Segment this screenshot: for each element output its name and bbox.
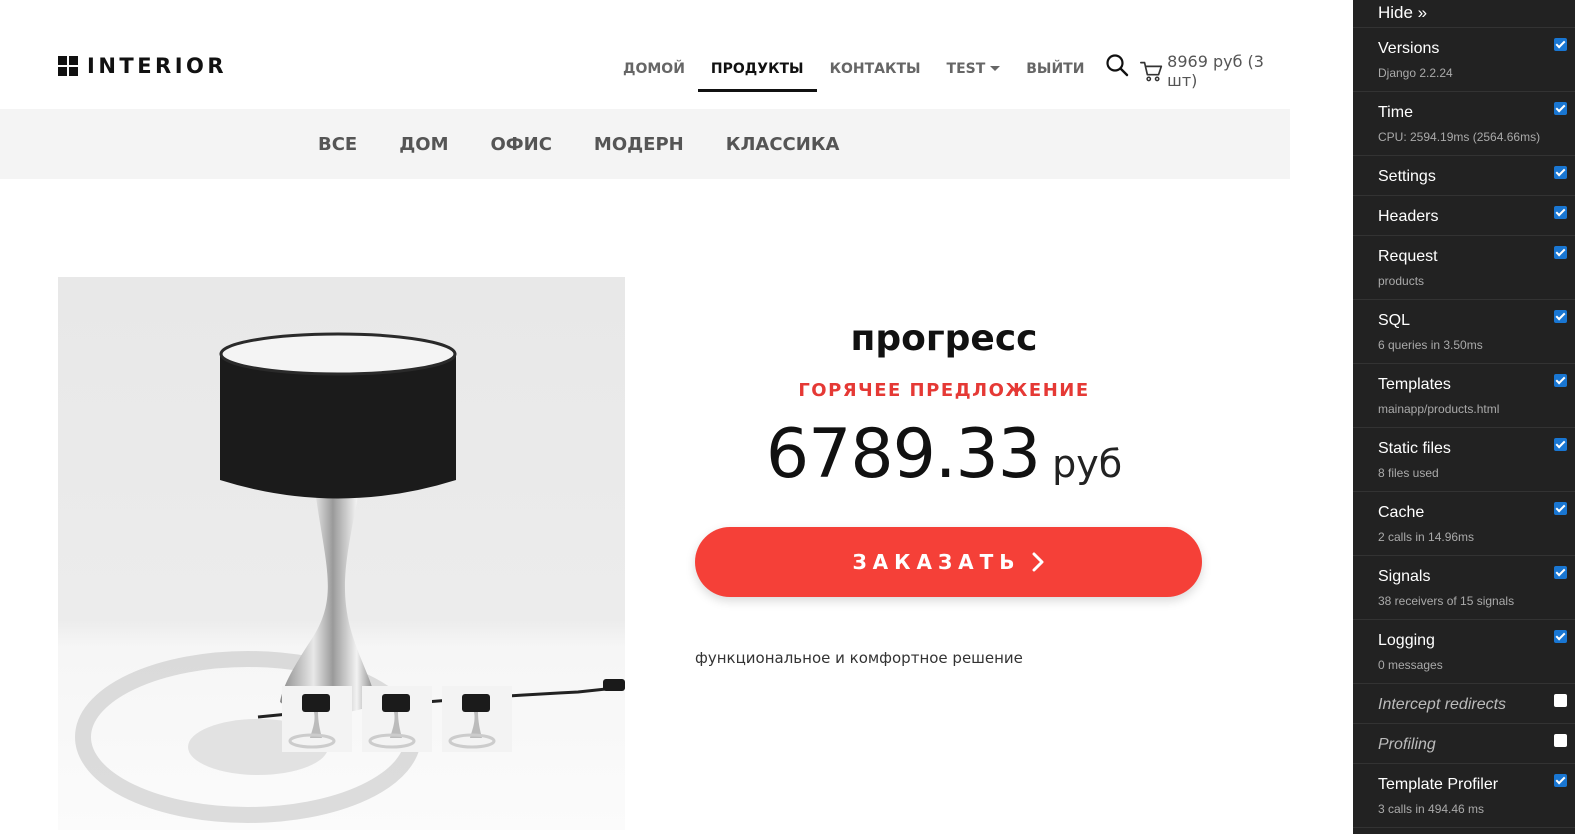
panel-title: Static files bbox=[1378, 440, 1451, 457]
caret-down-icon bbox=[990, 66, 1001, 71]
panel-title: Templates bbox=[1378, 376, 1451, 393]
hide-toolbar-link[interactable]: Hide » bbox=[1353, 0, 1575, 28]
nav-item-home[interactable]: ДОМОЙ bbox=[610, 46, 698, 92]
panel-subtitle: 3 calls in 494.46 ms bbox=[1378, 802, 1485, 816]
panel-checkbox[interactable] bbox=[1554, 566, 1567, 579]
panel-static-files[interactable]: Static files 8 files used bbox=[1353, 428, 1575, 492]
cart-total: 8969 руб (3 шт) bbox=[1167, 52, 1264, 90]
panel-subtitle: 38 receivers of 15 signals bbox=[1378, 594, 1515, 608]
panel-checkbox[interactable] bbox=[1554, 374, 1567, 387]
order-button-label: ЗАКАЗАТЬ bbox=[852, 550, 1021, 574]
panel-checkbox[interactable] bbox=[1554, 310, 1567, 323]
panel-template-profiler[interactable]: Template Profiler 3 calls in 494.46 ms bbox=[1353, 764, 1575, 828]
thumbnail-image bbox=[448, 694, 496, 749]
panel-subtitle: 8 files used bbox=[1378, 466, 1439, 480]
panel-title: Signals bbox=[1378, 568, 1431, 585]
product-price: 6789.33 руб bbox=[694, 415, 1194, 494]
panel-title: SQL bbox=[1378, 312, 1411, 329]
nav-item-test-label: TEST bbox=[946, 61, 986, 77]
price-value: 6789.33 bbox=[765, 415, 1041, 494]
panel-title: Template Profiler bbox=[1378, 776, 1499, 793]
category-bar: ВСЕ ДОМ ОФИС МОДЕРН КЛАССИКА bbox=[0, 109, 1290, 179]
logo-text: INTERIOR bbox=[87, 54, 228, 78]
category-all[interactable]: ВСЕ bbox=[297, 134, 378, 155]
price-currency: руб bbox=[1052, 442, 1123, 486]
panel-settings[interactable]: Settings bbox=[1353, 156, 1575, 196]
cart-icon bbox=[1140, 61, 1163, 82]
site-header: INTERIOR ДОМОЙ ПРОДУКТЫ КОНТАКТЫ TEST ВЫ… bbox=[0, 0, 1290, 109]
thumbnail-strip bbox=[282, 686, 512, 752]
category-classic[interactable]: КЛАССИКА bbox=[705, 134, 861, 155]
panel-title: Headers bbox=[1378, 208, 1439, 225]
logo[interactable]: INTERIOR bbox=[58, 54, 227, 78]
nav-item-logout[interactable]: ВЫЙТИ bbox=[1013, 46, 1097, 92]
cart-summary[interactable]: 8969 руб (3 шт) bbox=[1139, 52, 1290, 90]
panel-checkbox[interactable] bbox=[1554, 206, 1567, 219]
panel-versions[interactable]: Versions Django 2.2.24 bbox=[1353, 28, 1575, 92]
panel-subtitle: CPU: 2594.19ms (2564.66ms) bbox=[1378, 130, 1541, 144]
thumbnail[interactable] bbox=[442, 686, 512, 752]
panel-title: Cache bbox=[1378, 504, 1425, 521]
panel-subtitle: products bbox=[1378, 274, 1425, 288]
nav-item-test-dropdown[interactable]: TEST bbox=[934, 46, 1014, 92]
panel-subtitle: 0 messages bbox=[1378, 658, 1443, 672]
panel-checkbox[interactable] bbox=[1554, 38, 1567, 51]
panel-checkbox[interactable] bbox=[1554, 102, 1567, 115]
logo-grid-icon bbox=[58, 56, 78, 76]
panel-title: Request bbox=[1378, 248, 1438, 265]
panel-subtitle: 6 queries in 3.50ms bbox=[1378, 338, 1483, 352]
order-button[interactable]: ЗАКАЗАТЬ bbox=[695, 527, 1202, 597]
panel-title: Time bbox=[1378, 104, 1413, 121]
panel-time[interactable]: Time CPU: 2594.19ms (2564.66ms) bbox=[1353, 92, 1575, 156]
panel-title: Profiling bbox=[1378, 736, 1436, 753]
thumbnail-image bbox=[368, 694, 416, 749]
panel-title: Settings bbox=[1378, 168, 1436, 185]
panel-cache[interactable]: Cache 2 calls in 14.96ms bbox=[1353, 492, 1575, 556]
category-office[interactable]: ОФИС bbox=[469, 134, 572, 155]
panel-checkbox[interactable] bbox=[1554, 774, 1567, 787]
panel-subtitle: 2 calls in 14.96ms bbox=[1378, 530, 1475, 544]
category-modern[interactable]: МОДЕРН bbox=[573, 134, 705, 155]
chevron-right-icon bbox=[1032, 552, 1044, 572]
panel-profiling[interactable]: Profiling bbox=[1353, 724, 1575, 764]
panel-subtitle: mainapp/products.html bbox=[1378, 402, 1500, 416]
panel-checkbox[interactable] bbox=[1554, 630, 1567, 643]
panel-request[interactable]: Request products bbox=[1353, 236, 1575, 300]
nav-item-contacts[interactable]: КОНТАКТЫ bbox=[817, 46, 934, 92]
panel-checkbox[interactable] bbox=[1554, 246, 1567, 259]
product-description: функциональное и комфортное решение bbox=[695, 649, 1023, 667]
panel-subtitle: Django 2.2.24 bbox=[1378, 66, 1453, 80]
panel-title: Logging bbox=[1378, 632, 1435, 649]
panel-checkbox[interactable] bbox=[1554, 438, 1567, 451]
panel-logging[interactable]: Logging 0 messages bbox=[1353, 620, 1575, 684]
panel-checkbox[interactable] bbox=[1554, 166, 1567, 179]
panel-checkbox[interactable] bbox=[1554, 502, 1567, 515]
panel-sql[interactable]: SQL 6 queries in 3.50ms bbox=[1353, 300, 1575, 364]
search-icon[interactable] bbox=[1105, 53, 1129, 77]
panel-checkbox[interactable] bbox=[1554, 734, 1567, 747]
thumbnail[interactable] bbox=[362, 686, 432, 752]
thumbnail[interactable] bbox=[282, 686, 352, 752]
category-list: ВСЕ ДОМ ОФИС МОДЕРН КЛАССИКА bbox=[297, 109, 860, 179]
debug-toolbar: Hide » Versions Django 2.2.24 Time CPU: … bbox=[1353, 0, 1575, 834]
panel-signals[interactable]: Signals 38 receivers of 15 signals bbox=[1353, 556, 1575, 620]
panel-intercept-redirects[interactable]: Intercept redirects bbox=[1353, 684, 1575, 724]
panel-headers[interactable]: Headers bbox=[1353, 196, 1575, 236]
panel-title: Versions bbox=[1378, 40, 1440, 57]
hot-offer-label: ГОРЯЧЕЕ ПРЕДЛОЖЕНИЕ bbox=[798, 380, 1090, 401]
nav-item-products[interactable]: ПРОДУКТЫ bbox=[697, 46, 817, 92]
panel-templates[interactable]: Templates mainapp/products.html bbox=[1353, 364, 1575, 428]
panel-title: Intercept redirects bbox=[1378, 696, 1507, 713]
product-title: прогресс bbox=[850, 318, 1038, 359]
thumbnail-image bbox=[288, 694, 336, 749]
main-nav: ДОМОЙ ПРОДУКТЫ КОНТАКТЫ TEST ВЫЙТИ bbox=[610, 46, 1097, 92]
category-home[interactable]: ДОМ bbox=[378, 134, 469, 155]
panel-checkbox[interactable] bbox=[1554, 694, 1567, 707]
